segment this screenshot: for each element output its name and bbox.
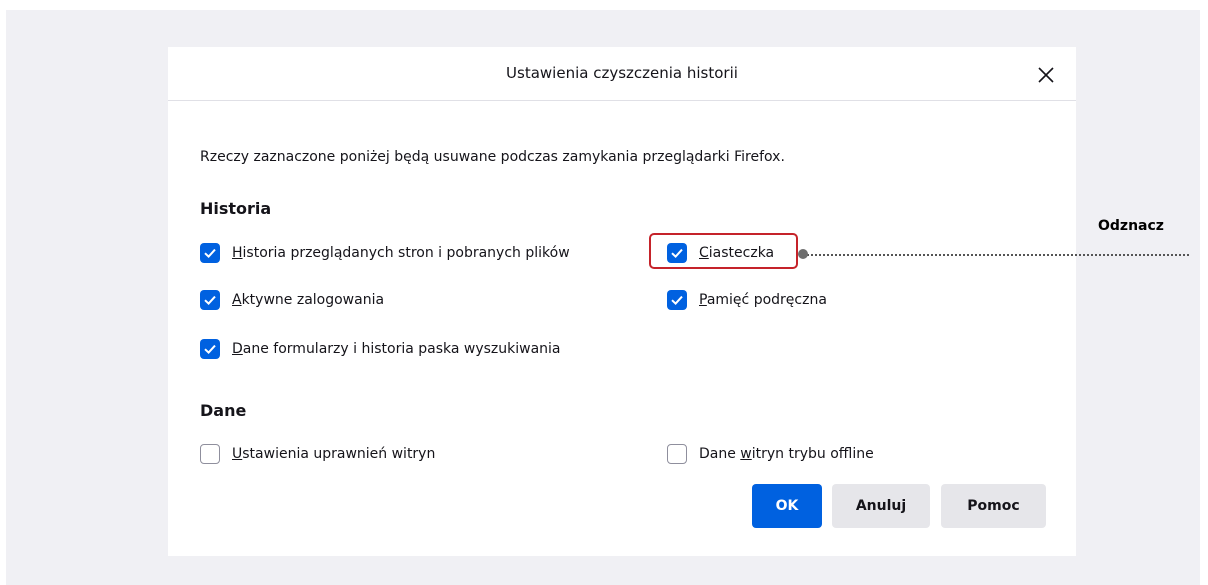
ok-button[interactable]: OK (752, 484, 822, 528)
checkbox-browsing-download-history[interactable]: Historia przeglądanych stron i pobranych… (200, 243, 570, 263)
checkbox-cache[interactable]: Pamięć podręczna (667, 290, 827, 310)
checkbox-checked-icon[interactable] (200, 339, 220, 359)
checkbox-label: Dane witryn trybu offline (699, 446, 874, 462)
callout-label: Odznacz (1098, 218, 1164, 234)
checkbox-unchecked-icon[interactable] (200, 444, 220, 464)
checkbox-checked-icon[interactable] (667, 290, 687, 310)
checkbox-offline-website-data[interactable]: Dane witryn trybu offline (667, 444, 874, 464)
section-title-data: Dane (200, 401, 247, 420)
close-icon (1038, 67, 1054, 83)
cancel-button[interactable]: Anuluj (832, 484, 930, 528)
close-button[interactable] (1034, 63, 1058, 87)
callout-dot (798, 249, 808, 259)
checkbox-checked-icon[interactable] (200, 290, 220, 310)
section-title-history: Historia (200, 199, 272, 218)
checkbox-checked-icon[interactable] (200, 243, 220, 263)
callout-leader-line (807, 254, 1189, 256)
dialog-header: Ustawienia czyszczenia historii (168, 47, 1076, 101)
checkbox-label: Pamięć podręczna (699, 292, 827, 308)
cookies-highlight-frame (649, 233, 798, 269)
dialog-description: Rzeczy zaznaczone poniżej będą usuwane p… (200, 149, 785, 165)
checkbox-label: Historia przeglądanych stron i pobranych… (232, 245, 570, 261)
clear-history-settings-dialog: Ustawienia czyszczenia historii Rzeczy z… (168, 47, 1076, 556)
checkbox-label: Dane formularzy i historia paska wyszuki… (232, 341, 561, 357)
dialog-title: Ustawienia czyszczenia historii (506, 64, 738, 82)
checkbox-label: Ustawienia uprawnień witryn (232, 446, 436, 462)
help-button[interactable]: Pomoc (941, 484, 1046, 528)
checkbox-form-search-history[interactable]: Dane formularzy i historia paska wyszuki… (200, 339, 561, 359)
checkbox-site-preferences[interactable]: Ustawienia uprawnień witryn (200, 444, 435, 464)
checkbox-unchecked-icon[interactable] (667, 444, 687, 464)
checkbox-active-logins[interactable]: Aktywne zalogowania (200, 290, 384, 310)
checkbox-label: Aktywne zalogowania (232, 292, 385, 308)
